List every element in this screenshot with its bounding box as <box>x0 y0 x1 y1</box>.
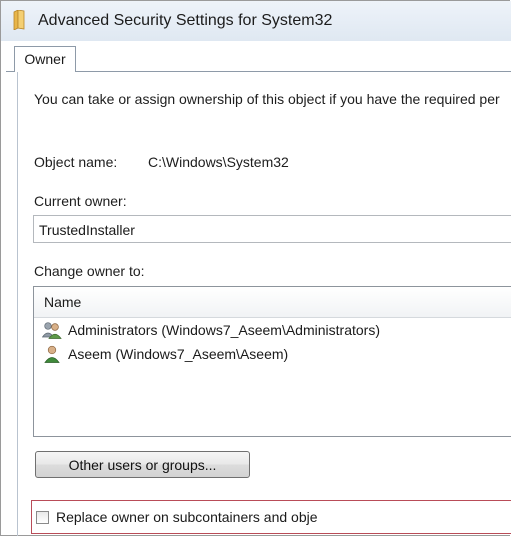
list-item[interactable]: Administrators (Windows7_Aseem\Administr… <box>42 320 511 340</box>
user-icon <box>44 345 60 363</box>
list-column-header[interactable]: Name <box>34 287 511 318</box>
name-column-label: Name <box>44 294 82 310</box>
other-users-or-groups-button[interactable]: Other users or groups... <box>35 451 250 478</box>
list-item[interactable]: Aseem (Windows7_Aseem\Aseem) <box>42 344 511 364</box>
replace-owner-checkbox[interactable] <box>36 511 49 524</box>
users-group-icon <box>42 322 62 339</box>
window-title: Advanced Security Settings for System32 <box>38 12 333 29</box>
ownership-info-text: You can take or assign ownership of this… <box>34 91 500 107</box>
current-owner-field: TrustedInstaller <box>33 215 511 243</box>
list-item-label: Administrators (Windows7_Aseem\Administr… <box>68 322 380 338</box>
object-name-value: C:\Windows\System32 <box>148 154 289 170</box>
folder-icon <box>13 10 25 30</box>
change-owner-label: Change owner to: <box>34 263 145 279</box>
current-owner-value: TrustedInstaller <box>39 222 135 238</box>
replace-owner-label[interactable]: Replace owner on subcontainers and obje <box>56 509 318 525</box>
current-owner-label: Current owner: <box>34 193 127 209</box>
replace-owner-highlight: Replace owner on subcontainers and obje <box>31 500 511 534</box>
title-bar: Advanced Security Settings for System32 <box>1 1 511 41</box>
tab-owner[interactable]: Owner <box>14 46 76 72</box>
list-item-label: Aseem (Windows7_Aseem\Aseem) <box>68 346 289 362</box>
change-owner-list[interactable]: Name Administrators (Windows7_Aseem\Admi… <box>33 286 511 437</box>
object-name-label: Object name: <box>34 154 118 170</box>
